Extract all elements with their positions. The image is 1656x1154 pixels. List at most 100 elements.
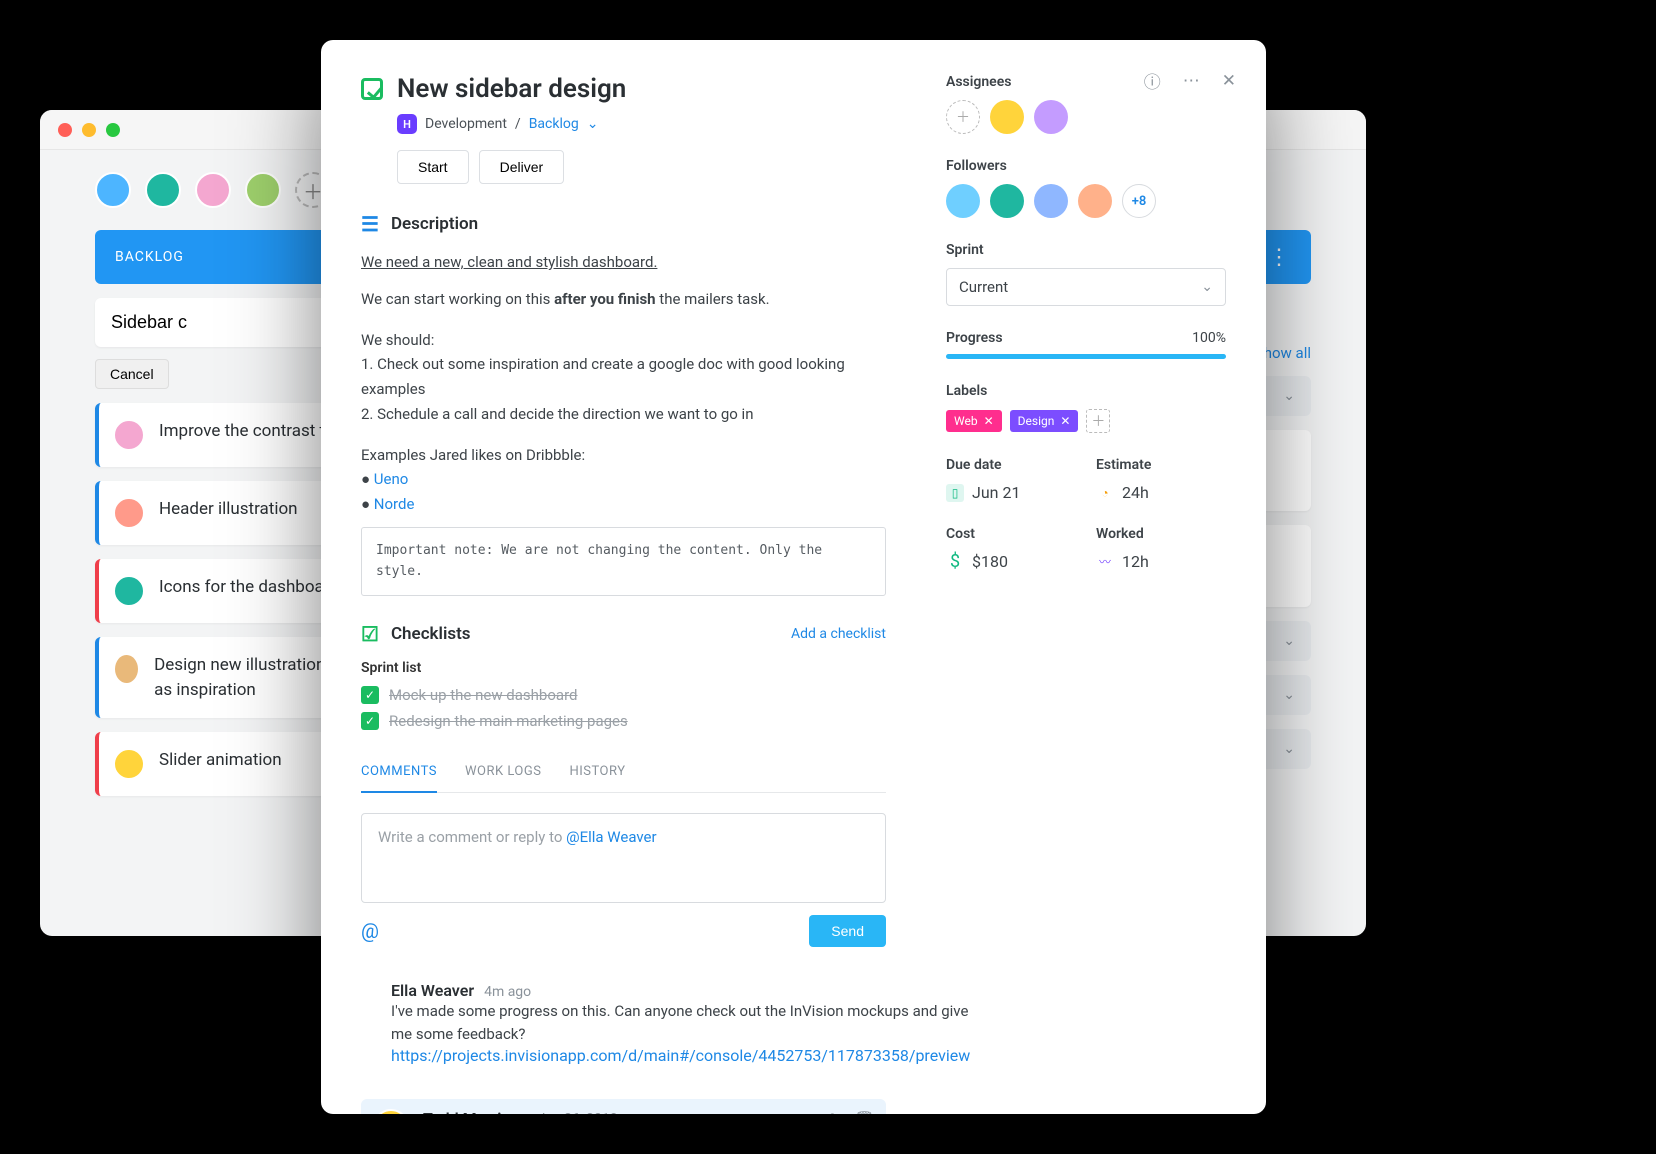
description-note: Important note: We are not changing the …	[361, 527, 886, 596]
send-button[interactable]: Send	[809, 915, 886, 947]
progress-value: 100%	[1192, 330, 1226, 346]
breadcrumb-project[interactable]: Development	[425, 116, 507, 132]
remove-icon[interactable]: ✕	[984, 414, 994, 428]
sprint-select[interactable]: Current ⌄	[946, 268, 1226, 306]
avatar	[113, 497, 145, 529]
checkbox-checked-icon[interactable]: ✓	[361, 686, 379, 704]
close-icon[interactable]: ✕	[1222, 71, 1236, 91]
avatar[interactable]	[990, 100, 1024, 134]
description-line: We should:	[361, 328, 886, 353]
comment-author: Todd Morrison	[423, 1109, 528, 1114]
description-line: 1. Check out some inspiration and create…	[361, 352, 886, 402]
breadcrumb-sep: /	[515, 116, 521, 132]
delete-icon[interactable]: 🗑	[855, 1110, 874, 1114]
chevron-down-icon: ⌄	[1283, 633, 1295, 649]
card-title: Icons for the dashboard	[159, 575, 339, 600]
calendar-icon: ▯	[946, 484, 964, 502]
start-button[interactable]: Start	[397, 150, 469, 184]
project-badge: H	[397, 114, 417, 134]
label-chip[interactable]: Web✕	[946, 410, 1002, 432]
clock-icon: ◔	[1096, 484, 1114, 502]
estimate-value[interactable]: 24h	[1122, 483, 1149, 502]
checklist-item[interactable]: ✓Redesign the main marketing pages	[361, 712, 886, 730]
avatar	[113, 653, 140, 685]
cost-value[interactable]: $180	[972, 552, 1008, 571]
comment-author: Ella Weaver	[391, 981, 474, 1000]
dollar-icon: $	[946, 553, 964, 571]
avatar	[113, 419, 145, 451]
modal-main: New sidebar design H Development / Backl…	[361, 74, 916, 1114]
add-assignee-button[interactable]: ＋	[946, 100, 980, 134]
modal-sidebar: Assignees ＋ Followers +8 Sprint Current …	[946, 74, 1226, 1114]
chevron-down-icon: ⌄	[1283, 741, 1295, 757]
task-title: New sidebar design	[397, 74, 626, 104]
avatar[interactable]	[1034, 184, 1068, 218]
followers-more[interactable]: +8	[1122, 184, 1156, 218]
avatar	[373, 981, 377, 1017]
column-menu-icon[interactable]: ⋮	[1268, 245, 1291, 270]
comment-body: I've made some progress on this. Can any…	[391, 1000, 970, 1047]
tab-work-logs[interactable]: WORK LOGS	[465, 756, 541, 792]
window-close-dot[interactable]	[58, 123, 72, 137]
avatar[interactable]	[1078, 184, 1112, 218]
comment-link[interactable]: https://projects.invisionapp.com/d/main#…	[391, 1046, 970, 1065]
checklists-section: ☑ Checklists Add a checklist Sprint list…	[361, 622, 886, 730]
card-title: Slider animation	[159, 748, 282, 773]
mention-icon[interactable]: @	[361, 919, 379, 943]
avatar	[113, 748, 145, 780]
chevron-down-icon: ⌄	[1283, 388, 1295, 404]
add-label-button[interactable]: ＋	[1086, 409, 1110, 433]
description-icon: ☰	[361, 212, 379, 236]
checkbox-checked-icon[interactable]: ✓	[361, 712, 379, 730]
avatar[interactable]	[195, 172, 231, 208]
comment-input[interactable]: Write a comment or reply to @Ella Weaver	[361, 813, 886, 903]
more-icon[interactable]: ⋯	[1183, 71, 1200, 91]
link[interactable]: Ueno	[374, 470, 409, 488]
description-line: Examples Jared likes on Dribbble:	[361, 443, 886, 468]
avatar	[113, 575, 145, 607]
deliver-button[interactable]: Deliver	[479, 150, 565, 184]
description-section: ☰ Description We need a new, clean and s…	[361, 212, 886, 596]
field-label: Labels	[946, 383, 1226, 399]
avatar	[373, 1109, 409, 1114]
avatar[interactable]	[990, 184, 1024, 218]
link[interactable]: Norde	[374, 495, 415, 513]
progress-bar	[946, 354, 1226, 359]
comment: Todd Morrison Jan 26, 2018 ✎ 🗑 @Ella Wea…	[361, 1099, 886, 1114]
description-line: We need a new, clean and stylish dashboa…	[361, 250, 886, 275]
remove-icon[interactable]: ✕	[1060, 414, 1070, 428]
field-label: Estimate	[1096, 457, 1226, 473]
checklist-title: Sprint list	[361, 660, 886, 676]
chevron-down-icon: ⌄	[1201, 279, 1213, 295]
cancel-button[interactable]: Cancel	[95, 359, 169, 389]
field-label: Worked	[1096, 526, 1226, 542]
label-chip[interactable]: Design✕	[1010, 410, 1079, 432]
window-min-dot[interactable]	[82, 123, 96, 137]
column-title: BACKLOG	[115, 249, 184, 265]
tab-comments[interactable]: COMMENTS	[361, 756, 437, 793]
checklist-item[interactable]: ✓Mock up the new dashboard	[361, 686, 886, 704]
description-line: ● Norde	[361, 492, 886, 517]
avatar[interactable]	[245, 172, 281, 208]
add-checklist-link[interactable]: Add a checklist	[791, 626, 886, 642]
activity-icon: 〰	[1096, 553, 1114, 571]
avatar[interactable]	[1034, 100, 1068, 134]
tab-history[interactable]: HISTORY	[569, 756, 625, 792]
breadcrumb: H Development / Backlog ⌄	[397, 114, 886, 134]
chevron-down-icon[interactable]: ⌄	[587, 116, 599, 132]
due-date-value[interactable]: Jun 21	[972, 483, 1020, 502]
field-label: Sprint	[946, 242, 1226, 258]
avatar[interactable]	[946, 184, 980, 218]
task-check-icon	[361, 78, 383, 100]
window-max-dot[interactable]	[106, 123, 120, 137]
card-title: Header illustration	[159, 497, 298, 522]
avatar[interactable]	[145, 172, 181, 208]
breadcrumb-status[interactable]: Backlog	[529, 116, 579, 132]
avatar[interactable]	[95, 172, 131, 208]
edit-icon[interactable]: ✎	[828, 1110, 841, 1114]
description-line: ● Ueno	[361, 467, 886, 492]
worked-value[interactable]: 12h	[1122, 552, 1149, 571]
info-icon[interactable]: ⓘ	[1144, 68, 1161, 93]
section-heading: Description	[391, 214, 478, 234]
description-line: 2. Schedule a call and decide the direct…	[361, 402, 886, 427]
